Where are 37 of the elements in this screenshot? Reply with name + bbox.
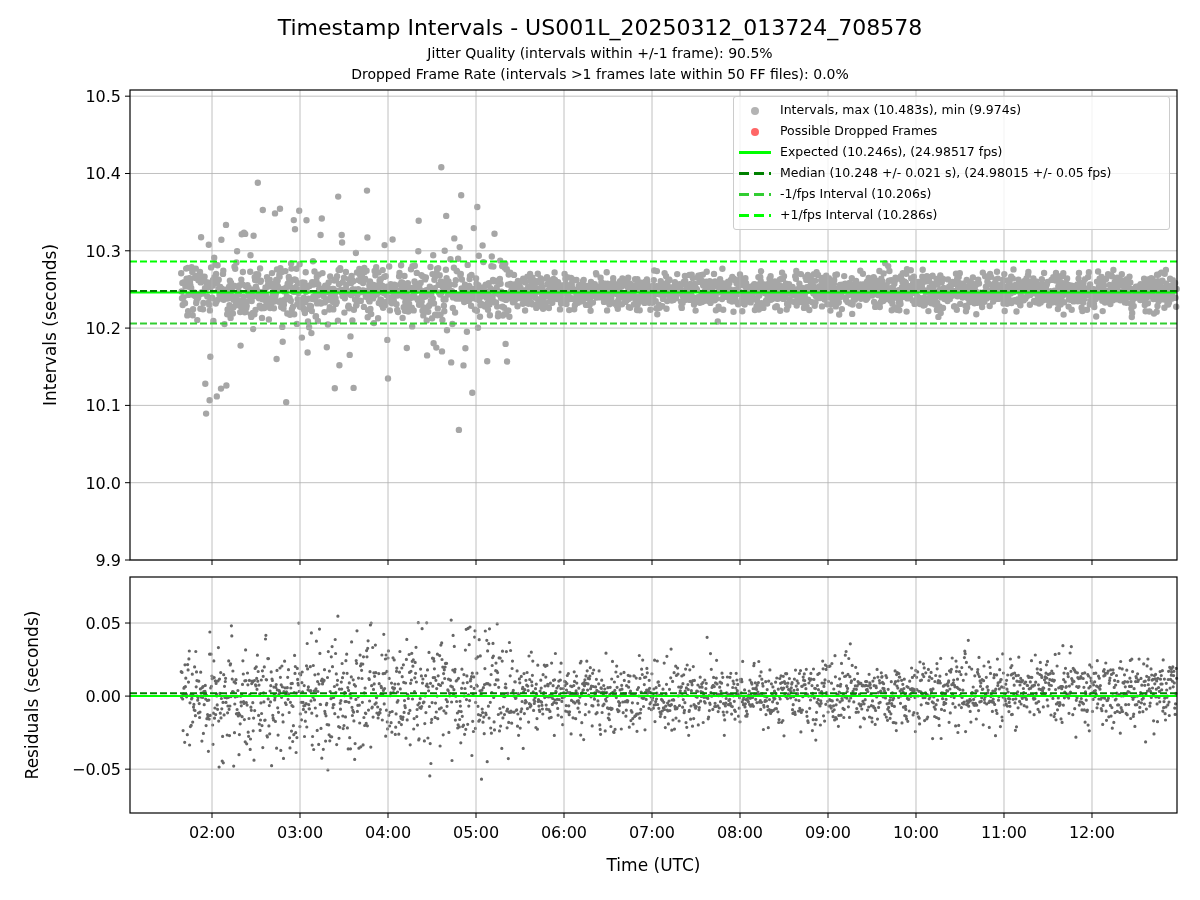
x-tick-label: 08:00 xyxy=(716,823,764,842)
x-tick-label: 10:00 xyxy=(892,823,940,842)
y-tick-label: 9.9 xyxy=(95,551,121,570)
y-axis-label: Intervals (seconds) xyxy=(40,243,60,407)
legend-line-icon xyxy=(739,193,771,196)
y-axis-label: Residuals (seconds) xyxy=(22,610,42,780)
x-axis-label: Time (UTC) xyxy=(606,855,701,875)
legend-label: Intervals, max (10.483s), min (9.974s) xyxy=(780,101,1022,120)
legend-line-icon xyxy=(739,151,771,154)
y-tick-label: 10.1 xyxy=(85,396,121,416)
y-tick-label: 10.0 xyxy=(85,473,121,493)
chart-title: Timestamp Intervals - US001L_20250312_013724_708578 xyxy=(277,14,923,43)
x-tick-label: 03:00 xyxy=(276,823,324,842)
legend-line-icon xyxy=(739,214,771,217)
chart-subtitle: Jitter Quality (intervals within +/-1 frame): 90.5% xyxy=(427,44,773,63)
legend-label: Possible Dropped Frames xyxy=(780,122,938,141)
y-tick-label: 10.5 xyxy=(85,88,121,107)
y-tick-label: 0.05 xyxy=(85,614,121,634)
x-tick-label: 11:00 xyxy=(980,823,1028,842)
legend-label: +1/fps Interval (10.286s) xyxy=(780,206,938,225)
y-tick-label: 0.00 xyxy=(85,687,121,707)
x-tick-label: 12:00 xyxy=(1068,823,1116,842)
y-tick-label: 10.4 xyxy=(85,164,121,184)
legend-label: -1/fps Interval (10.206s) xyxy=(780,185,932,204)
legend-label: Median (10.248 +/- 0.021 s), (24.98015 +/- 0.05 fps) xyxy=(780,164,1112,183)
x-tick-label: 05:00 xyxy=(452,823,500,842)
y-tick-label: 10.3 xyxy=(85,241,121,261)
x-tick-label: 02:00 xyxy=(188,823,236,842)
x-tick-label: 07:00 xyxy=(628,823,676,842)
legend-label: Expected (10.246s), (24.98517 fps) xyxy=(780,143,1003,162)
x-tick-label: 04:00 xyxy=(364,823,412,842)
chart-subtitle: Dropped Frame Rate (intervals >1 frames late within 50 FF files): 0.0% xyxy=(351,65,849,84)
y-tick-label: −0.05 xyxy=(71,760,121,780)
x-tick-label: 09:00 xyxy=(804,823,852,842)
x-tick-label: 06:00 xyxy=(540,823,588,842)
y-tick-label: 10.2 xyxy=(85,319,121,339)
legend-line-icon xyxy=(739,172,771,175)
